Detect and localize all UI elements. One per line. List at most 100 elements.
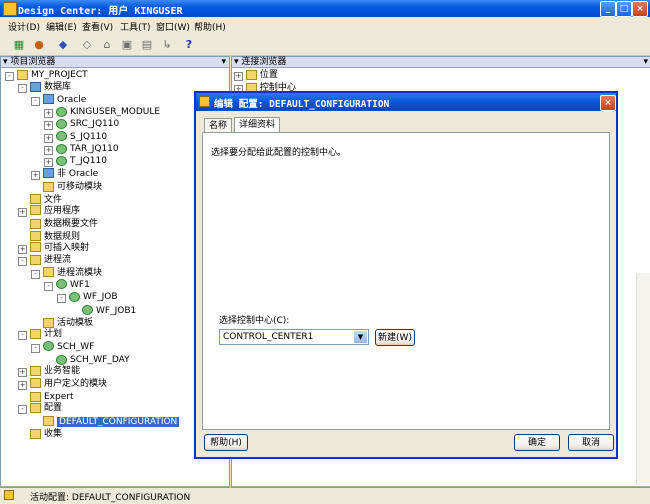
expand-icon[interactable]: +: [44, 109, 53, 119]
tree-node[interactable]: + S_JQ110: [44, 131, 107, 143]
menu-tools[interactable]: 工具(T): [120, 20, 151, 33]
collapse-icon[interactable]: -: [18, 331, 27, 341]
tree-node-label: WF1: [70, 279, 90, 290]
chevron-down-icon[interactable]: ▼: [354, 331, 367, 343]
validate-icon[interactable]: ◆: [56, 38, 70, 51]
tree-node[interactable]: - 配置: [18, 402, 63, 415]
maximize-button[interactable]: □: [616, 1, 632, 17]
tag-icon[interactable]: ◇: [80, 38, 94, 51]
database-icon: [43, 168, 54, 179]
ok-button[interactable]: 确定: [514, 434, 560, 451]
cancel-button[interactable]: 取消: [568, 434, 614, 451]
tree-node[interactable]: 收集: [18, 427, 62, 439]
tree-node-label: 进程流模块: [57, 267, 103, 278]
deploy-icon[interactable]: ●: [32, 38, 46, 51]
expand-icon[interactable]: +: [31, 170, 40, 180]
tree-node[interactable]: - 进程流: [18, 254, 71, 267]
menu-help[interactable]: 帮助(H): [194, 20, 226, 33]
tree-node-locations[interactable]: + 位置: [234, 69, 278, 81]
tree-node-label: SCH_WF_DAY: [70, 355, 130, 366]
expand-icon[interactable]: +: [44, 158, 53, 168]
status-bar: 活动配置: DEFAULT_CONFIGURATION: [0, 486, 650, 504]
pane-menu-icon[interactable]: ▾: [221, 57, 229, 67]
tree-node[interactable]: + TAR_JQ110: [44, 143, 119, 156]
dialog-close-button[interactable]: ×: [600, 95, 616, 111]
tree-node[interactable]: + 业务智能: [18, 365, 81, 378]
tree-node[interactable]: - SCH_WF: [31, 341, 94, 353]
menu-edit[interactable]: 编辑(E): [46, 20, 77, 33]
tree-node-label: 非 Oracle: [57, 168, 99, 179]
tree-node[interactable]: WF_JOB1: [70, 304, 136, 316]
properties-icon[interactable]: ▣: [120, 38, 134, 51]
folder-icon: [43, 181, 54, 192]
expand-icon[interactable]: +: [44, 121, 53, 131]
menu-window[interactable]: 窗口(W): [156, 20, 190, 33]
expand-icon[interactable]: +: [18, 368, 27, 378]
tree-node[interactable]: SCH_WF_DAY: [44, 353, 130, 365]
tree-node[interactable]: 数据规则: [18, 230, 80, 242]
tree-node[interactable]: + T_JQ110: [44, 155, 107, 168]
help-icon[interactable]: ?: [182, 38, 196, 51]
project-icon[interactable]: ▦: [12, 38, 26, 51]
tree-node[interactable]: - 计划: [18, 328, 62, 341]
menu-design[interactable]: 设计(D): [8, 20, 40, 33]
folder-icon: [30, 242, 41, 253]
tree-node[interactable]: + 可插入映射: [18, 242, 89, 254]
module-icon: [82, 305, 93, 316]
tree-node[interactable]: + SRC_JQ110: [44, 118, 119, 131]
collapse-icon[interactable]: -: [44, 281, 53, 291]
collapse-icon[interactable]: -: [31, 343, 40, 353]
collapse-icon[interactable]: -: [5, 72, 14, 81]
tree-node-label: 应用程序: [44, 205, 81, 216]
connection-explorer-title: 连接浏览器: [241, 57, 287, 67]
tab-details[interactable]: 详细资料: [234, 117, 281, 133]
connection-explorer-header: ▾ 连接浏览器 ▾: [232, 57, 650, 68]
collapse-icon[interactable]: -: [18, 257, 27, 267]
tree-node[interactable]: 活动模板: [31, 316, 93, 328]
collapse-icon[interactable]: -: [31, 96, 40, 106]
menu-view[interactable]: 查看(V): [82, 20, 113, 33]
tree-node[interactable]: 数据概要文件: [18, 217, 98, 229]
pane-menu-icon[interactable]: ▾: [643, 57, 650, 67]
tree-node[interactable]: - MY_PROJECT: [5, 69, 88, 81]
tree-node[interactable]: DEFAULT_CONFIGURATION: [31, 415, 180, 427]
module-icon: [56, 131, 67, 142]
tree-node[interactable]: + 非 Oracle: [31, 168, 98, 180]
vertical-scrollbar[interactable]: [636, 273, 650, 485]
copy-icon[interactable]: ▤: [140, 38, 154, 51]
collapse-icon[interactable]: -: [18, 405, 27, 415]
folder-icon: [17, 69, 28, 80]
new-control-center-button[interactable]: 新建(W): [375, 329, 415, 346]
tree-node[interactable]: + 应用程序: [18, 205, 80, 217]
tree-node[interactable]: - 数据库: [18, 81, 71, 94]
tab-name[interactable]: 名称: [204, 118, 233, 133]
expand-icon[interactable]: +: [18, 207, 27, 217]
expand-icon[interactable]: +: [44, 146, 53, 156]
control-center-select[interactable]: CONTROL_CENTER1 ▼: [219, 329, 369, 345]
expand-icon[interactable]: +: [18, 244, 27, 254]
tree-node[interactable]: - 进程流模块: [31, 267, 102, 279]
tree-node[interactable]: - WF_JOB: [57, 291, 118, 304]
tree-node[interactable]: 可移动模块: [31, 180, 102, 192]
tree-node[interactable]: 文件: [18, 193, 62, 205]
expand-icon[interactable]: +: [18, 380, 27, 390]
tree-node[interactable]: - WF1: [44, 279, 90, 291]
instruction-text: 选择要分配给此配置的控制中心。: [211, 148, 347, 158]
close-button[interactable]: ×: [632, 1, 648, 17]
collapse-icon[interactable]: -: [57, 294, 66, 304]
expand-icon[interactable]: +: [44, 133, 53, 143]
minimize-button[interactable]: _: [600, 1, 616, 17]
tree-node[interactable]: + KINGUSER_MODULE: [44, 106, 160, 119]
home-icon[interactable]: ⌂: [100, 38, 114, 51]
arrow-icon[interactable]: ↳: [160, 38, 174, 51]
collapse-icon[interactable]: -: [18, 84, 27, 94]
help-button[interactable]: 帮助(H): [204, 434, 248, 451]
tree-node[interactable]: Expert: [18, 390, 74, 402]
tree-node-label: 业务智能: [44, 366, 81, 377]
tree-node[interactable]: + 用户定义的模块: [18, 378, 107, 390]
folder-icon: [30, 391, 41, 402]
folder-icon: [43, 317, 54, 328]
tree-node-label: 配置: [44, 403, 63, 414]
collapse-icon[interactable]: -: [31, 269, 40, 279]
tree-node[interactable]: - Oracle: [31, 94, 86, 106]
